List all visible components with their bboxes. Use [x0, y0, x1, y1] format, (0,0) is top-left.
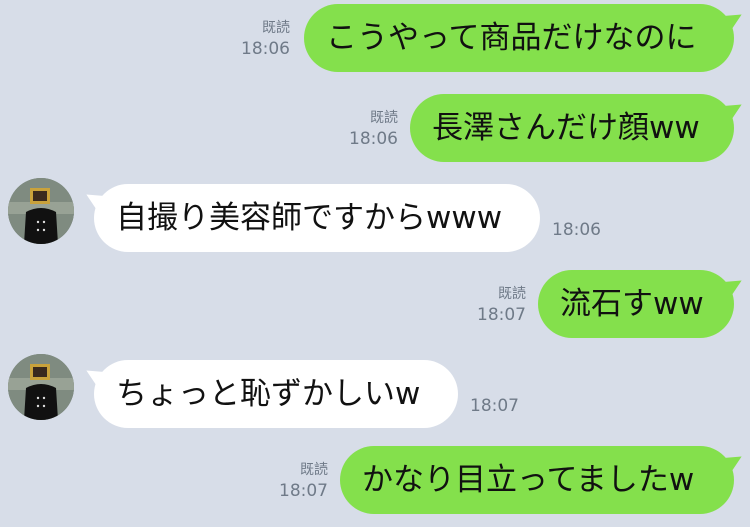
outgoing-message[interactable]: 流石すww — [538, 270, 734, 338]
outgoing-message[interactable]: かなり目立ってましたw — [340, 446, 734, 514]
message-text: 流石すww — [560, 286, 704, 322]
contact-avatar-icon[interactable] — [8, 354, 74, 420]
incoming-message[interactable]: 自撮り美容師ですからwww — [94, 184, 540, 252]
incoming-message[interactable]: ちょっと恥ずかしいw — [94, 360, 458, 428]
message-meta: 18:07 — [470, 396, 519, 417]
message-text: こうやって商品だけなのに — [326, 20, 697, 56]
message-text: ちょっと恥ずかしいw — [116, 376, 421, 412]
message-time: 18:07 — [470, 396, 519, 416]
contact-avatar-icon[interactable] — [8, 178, 74, 244]
message-text: かなり目立ってましたw — [362, 462, 695, 498]
message-meta: 既読 18:06 — [241, 18, 290, 60]
message-meta: 既読 18:06 — [349, 108, 398, 150]
message-meta: 既読 18:07 — [279, 460, 328, 502]
message-text: 長澤さんだけ顔ww — [432, 110, 700, 146]
read-receipt: 既読 — [300, 462, 328, 478]
outgoing-message[interactable]: 長澤さんだけ顔ww — [410, 94, 734, 162]
outgoing-message[interactable]: こうやって商品だけなのに — [304, 4, 734, 72]
message-time: 18:07 — [279, 481, 328, 501]
read-receipt: 既読 — [370, 110, 398, 126]
read-receipt: 既読 — [498, 286, 526, 302]
message-meta: 既読 18:07 — [477, 284, 526, 326]
message-time: 18:06 — [552, 220, 601, 240]
message-meta: 18:06 — [552, 220, 601, 241]
message-time: 18:07 — [477, 305, 526, 325]
message-text: 自撮り美容師ですからwww — [116, 200, 503, 236]
message-time: 18:06 — [349, 129, 398, 149]
chat-thread[interactable]: 既読 18:06 こうやって商品だけなのに 既読 18:06 長澤さんだけ顔ww… — [0, 0, 750, 527]
read-receipt: 既読 — [262, 20, 290, 36]
message-time: 18:06 — [241, 39, 290, 59]
